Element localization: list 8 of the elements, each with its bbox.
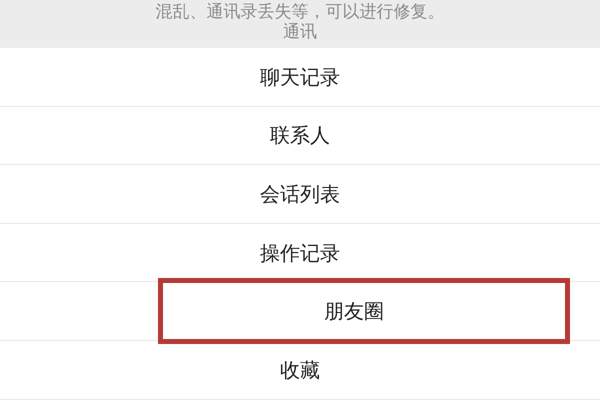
option-item[interactable]: 会话列表 bbox=[250, 174, 350, 213]
notice-text: 通讯 bbox=[283, 22, 317, 42]
option-item[interactable]: 联系人 bbox=[260, 116, 340, 154]
option-item[interactable]: 操作记录 bbox=[250, 234, 350, 272]
option-item[interactable]: 聊天记录 bbox=[250, 58, 350, 96]
highlighted-option[interactable]: 朋友圈 bbox=[158, 278, 570, 344]
option-item[interactable]: 收藏 bbox=[270, 350, 330, 389]
notice-text: 混乱、通讯录丢失等，可以进行修复。 bbox=[156, 2, 444, 22]
